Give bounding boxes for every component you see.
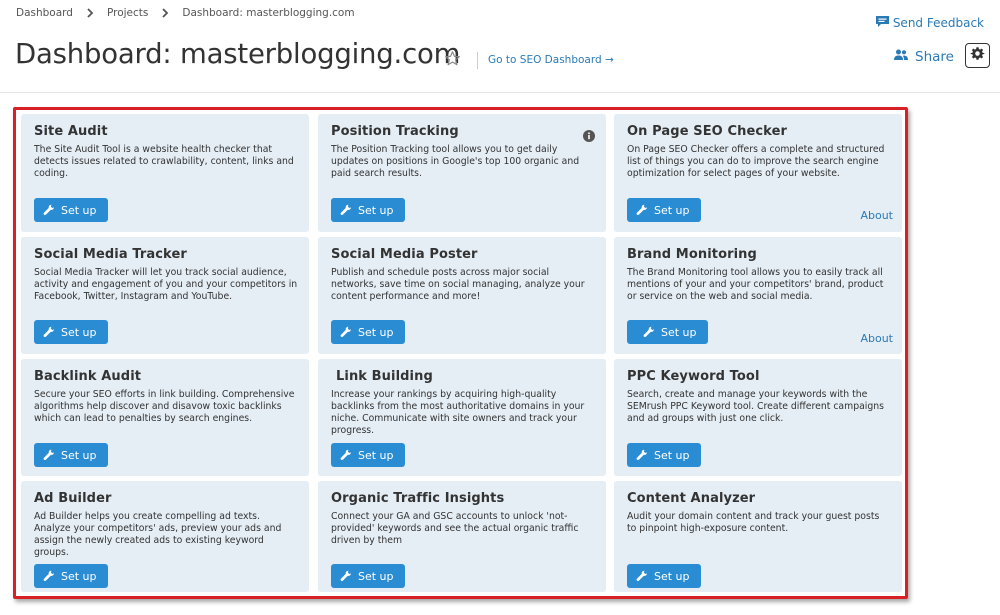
card-brand-monitoring: Brand Monitoring The Brand Monitoring to… — [614, 237, 902, 354]
setup-label: Set up — [61, 569, 97, 583]
wrench-icon — [43, 204, 54, 216]
card-description: Connect your GA and GSC accounts to unlo… — [331, 511, 579, 546]
card-description: The Position Tracking tool allows you to… — [331, 144, 580, 179]
brand-monitoring-about-link[interactable]: About — [860, 332, 893, 345]
wrench-icon — [340, 449, 351, 461]
chevron-right-icon — [159, 7, 171, 19]
ad-builder-setup-button[interactable]: Set up — [34, 564, 108, 588]
wrench-icon — [340, 204, 351, 216]
wrench-icon — [636, 204, 647, 216]
card-title: Organic Traffic Insights — [331, 491, 505, 506]
card-description: Secure your SEO efforts in link building… — [34, 389, 295, 424]
position-tracking-setup-button[interactable]: Set up — [331, 198, 405, 222]
social-media-poster-setup-button[interactable]: Set up — [331, 320, 405, 344]
link-building-setup-button[interactable]: Set up — [331, 443, 405, 467]
card-title: Ad Builder — [34, 491, 112, 506]
setup-label: Set up — [358, 203, 394, 217]
content-analyzer-setup-button[interactable]: Set up — [627, 564, 701, 588]
card-description: Audit your domain content and track your… — [627, 511, 880, 534]
card-ad-builder: Ad Builder Ad Builder helps you create c… — [21, 481, 309, 592]
ppc-keyword-tool-setup-button[interactable]: Set up — [627, 443, 701, 467]
breadcrumb-current: Dashboard: masterblogging.com — [182, 7, 355, 19]
card-description: On Page SEO Checker offers a complete an… — [627, 144, 885, 179]
card-title: Brand Monitoring — [627, 247, 757, 262]
card-organic-traffic-insights: Organic Traffic Insights Connect your GA… — [318, 481, 606, 592]
card-description: Increase your rankings by acquiring high… — [331, 389, 585, 436]
brand-monitoring-setup-button[interactable]: Set up — [627, 320, 708, 344]
card-description: The Site Audit Tool is a website health … — [34, 144, 294, 179]
on-page-seo-checker-setup-button[interactable]: Set up — [627, 198, 701, 222]
organic-traffic-insights-setup-button[interactable]: Set up — [331, 564, 405, 588]
header-divider — [0, 92, 1000, 93]
wrench-icon — [643, 326, 654, 338]
card-title: Site Audit — [34, 124, 108, 139]
wrench-icon — [636, 570, 647, 582]
setup-label: Set up — [661, 325, 697, 339]
send-feedback-label: Send Feedback — [892, 16, 984, 30]
wrench-icon — [340, 570, 351, 582]
send-feedback-link[interactable]: Send Feedback — [875, 15, 984, 31]
social-media-tracker-setup-button[interactable]: Set up — [34, 320, 108, 344]
backlink-audit-setup-button[interactable]: Set up — [34, 443, 108, 467]
card-description: Publish and schedule posts across major … — [331, 267, 585, 302]
card-site-audit: Site Audit The Site Audit Tool is a webs… — [21, 114, 309, 232]
card-description: Social Media Tracker will let you track … — [34, 267, 298, 302]
star-icon[interactable] — [444, 50, 461, 71]
card-title: Position Tracking — [331, 124, 459, 139]
setup-label: Set up — [61, 448, 97, 462]
title-divider — [477, 52, 478, 69]
card-link-building: Link Building Increase your rankings by … — [318, 359, 606, 476]
wrench-icon — [636, 449, 647, 461]
card-on-page-seo-checker: On Page SEO Checker On Page SEO Checker … — [614, 114, 902, 232]
card-title: Backlink Audit — [34, 369, 142, 384]
wrench-icon — [43, 326, 54, 338]
speech-bubble-icon — [875, 15, 893, 31]
card-description: Ad Builder helps you create compelling a… — [34, 511, 282, 558]
share-button[interactable]: Share — [893, 48, 954, 65]
wrench-icon — [43, 449, 54, 461]
card-backlink-audit: Backlink Audit Secure your SEO efforts i… — [21, 359, 309, 476]
card-title: PPC Keyword Tool — [627, 369, 760, 384]
setup-label: Set up — [358, 569, 394, 583]
card-description: Search, create and manage your keywords … — [627, 389, 885, 424]
card-description: The Brand Monitoring tool allows you to … — [627, 267, 884, 302]
on-page-seo-checker-about-link[interactable]: About — [860, 209, 893, 222]
card-title: On Page SEO Checker — [627, 124, 787, 139]
card-content-analyzer: Content Analyzer Audit your domain conte… — [614, 481, 902, 592]
setup-label: Set up — [654, 448, 690, 462]
card-title: Link Building — [336, 369, 433, 384]
go-to-seo-dashboard-link[interactable]: Go to SEO Dashboard → — [488, 54, 614, 66]
breadcrumb-projects[interactable]: Projects — [107, 7, 148, 19]
setup-label: Set up — [358, 325, 394, 339]
card-title: Social Media Poster — [331, 247, 478, 262]
gear-icon — [970, 46, 985, 65]
site-audit-setup-button[interactable]: Set up — [34, 198, 108, 222]
breadcrumb-dashboard[interactable]: Dashboard — [16, 7, 73, 19]
card-social-media-tracker: Social Media Tracker Social Media Tracke… — [21, 237, 309, 354]
chevron-right-icon — [84, 7, 96, 19]
breadcrumb: Dashboard Projects Dashboard: masterblog… — [16, 7, 355, 19]
users-icon — [893, 48, 915, 65]
card-title: Social Media Tracker — [34, 247, 187, 262]
page-title: Dashboard: masterblogging.com — [15, 38, 461, 70]
setup-label: Set up — [358, 448, 394, 462]
share-label: Share — [915, 48, 954, 65]
card-title: Content Analyzer — [627, 491, 756, 506]
settings-button[interactable] — [965, 43, 990, 68]
setup-label: Set up — [61, 203, 97, 217]
wrench-icon — [43, 570, 54, 582]
setup-label: Set up — [61, 325, 97, 339]
setup-label: Set up — [654, 203, 690, 217]
tools-grid-highlight: Site Audit The Site Audit Tool is a webs… — [13, 107, 908, 599]
card-position-tracking: Position Tracking The Position Tracking … — [318, 114, 606, 232]
card-ppc-keyword-tool: PPC Keyword Tool Search, create and mana… — [614, 359, 902, 476]
setup-label: Set up — [654, 569, 690, 583]
wrench-icon — [340, 326, 351, 338]
card-social-media-poster: Social Media Poster Publish and schedule… — [318, 237, 606, 354]
